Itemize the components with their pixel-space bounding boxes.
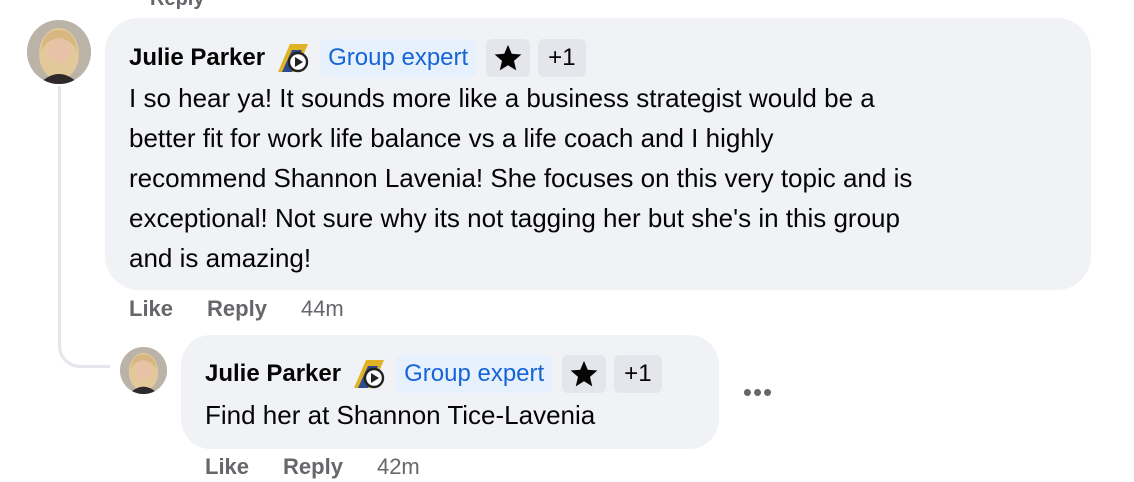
comment-timestamp[interactable]: 42m	[377, 454, 420, 480]
like-button[interactable]: Like	[205, 454, 249, 480]
reply-button[interactable]: Reply	[207, 296, 267, 322]
comment-header: Julie Parker Group expert +1	[205, 355, 695, 393]
group-expert-badge[interactable]: Group expert	[396, 355, 553, 393]
star-badge-icon[interactable]	[562, 355, 607, 393]
more-options-icon[interactable]: •••	[738, 377, 778, 407]
reply-button[interactable]: Reply	[283, 454, 343, 480]
comment-header: Julie Parker Group expert +1	[129, 39, 1067, 77]
avatar[interactable]	[27, 20, 91, 84]
like-button[interactable]: Like	[129, 296, 173, 322]
community-emblem-icon[interactable]	[352, 358, 386, 390]
comment-text: Find her at Shannon Tice-Lavenia	[205, 400, 596, 430]
comment-text: I so hear ya! It sounds more like a busi…	[129, 83, 913, 273]
comment-bubble: Julie Parker Group expert +1 I so hear y…	[105, 18, 1091, 290]
group-expert-badge[interactable]: Group expert	[320, 39, 477, 77]
more-badges-count[interactable]: +1	[538, 39, 586, 77]
author-name[interactable]: Julie Parker	[205, 360, 341, 388]
avatar-photo	[27, 20, 91, 84]
comment-actions: Like Reply 42m	[205, 454, 420, 480]
comment-timestamp[interactable]: 44m	[301, 296, 344, 322]
thread-connector	[58, 86, 110, 368]
reply-bubble: Julie Parker Group expert +1 Find her at…	[181, 335, 719, 449]
avatar-photo	[120, 347, 167, 394]
star-badge-icon[interactable]	[486, 39, 531, 77]
community-emblem-icon[interactable]	[276, 42, 310, 74]
comment-thread: Reply Julie Parker Group expert	[0, 0, 1134, 482]
more-badges-count[interactable]: +1	[614, 355, 662, 393]
comment-actions: Like Reply 44m	[129, 296, 344, 322]
avatar[interactable]	[120, 347, 167, 394]
author-name[interactable]: Julie Parker	[129, 44, 265, 72]
previous-reply-cut: Reply	[150, 0, 204, 11]
